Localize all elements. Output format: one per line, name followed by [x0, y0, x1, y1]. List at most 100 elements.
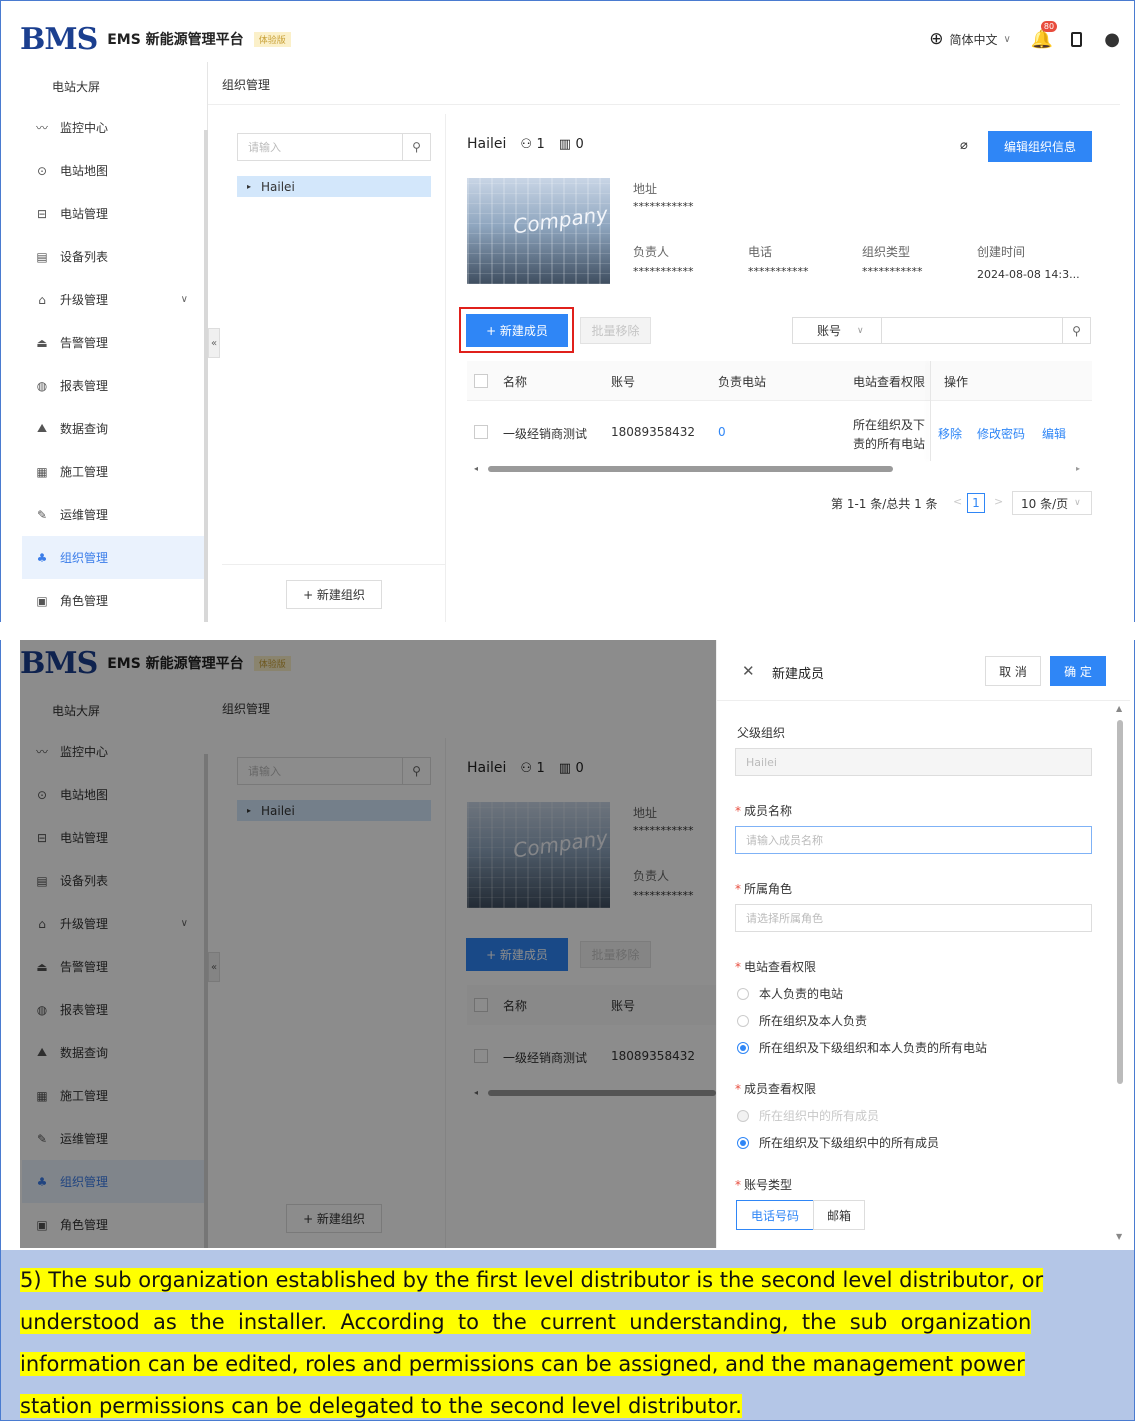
trial-badge: 体验版: [253, 31, 291, 47]
sidebar-item-label: 角色管理: [60, 594, 109, 608]
radio-label: 所在组织及下级组织和本人负责的所有电站: [759, 1041, 988, 1055]
sidebar-item-devices[interactable]: ▤ 设备列表: [22, 235, 204, 278]
address-label: 地址: [633, 182, 658, 196]
sidebar-item-dashboard[interactable]: 电站大屏: [22, 66, 204, 106]
eye-slash-icon[interactable]: ⌀: [960, 138, 968, 153]
chevron-down-icon[interactable]: ∨: [181, 294, 188, 305]
modal-overlay[interactable]: [20, 640, 716, 1248]
alarm-icon: ⏏: [36, 335, 48, 350]
bell-icon[interactable]: 🔔 80: [1031, 20, 1058, 50]
sidebar-item-label: 电站大屏: [52, 79, 101, 94]
mobile-icon[interactable]: [1071, 31, 1083, 47]
scroll-right-icon[interactable]: ▸: [1076, 464, 1080, 473]
tree-node-label: Hailei: [261, 179, 295, 194]
member-name-input[interactable]: 请输入成员名称: [735, 826, 1092, 854]
sidebar-item-construction[interactable]: ▦ 施工管理: [22, 450, 204, 493]
organization-icon: ♣: [36, 550, 48, 565]
filter-field-select[interactable]: 账号 ∨: [793, 318, 882, 343]
search-icon[interactable]: ⚲: [1062, 318, 1090, 343]
member-permission-label: * 成员查看权限: [735, 1080, 816, 1097]
sidebar-item-maintenance[interactable]: ✎ 运维管理: [22, 493, 204, 536]
member-permission-option[interactable]: 所在组织及下级组织中的所有成员: [737, 1134, 939, 1151]
radio-checked-icon: [737, 1136, 749, 1149]
caret-right-icon[interactable]: ▸: [247, 182, 251, 191]
remove-link[interactable]: 移除: [938, 425, 962, 442]
edit-link[interactable]: 编辑: [1042, 425, 1066, 442]
chevron-down-icon: ∨: [857, 325, 864, 336]
cancel-button[interactable]: 取 消: [985, 656, 1041, 686]
role-placeholder: 请选择所属角色: [746, 912, 823, 925]
sidebar-item-upgrade[interactable]: ⌂ 升级管理 ∨: [22, 278, 204, 321]
language-select[interactable]: 简体中文: [950, 31, 998, 48]
user-icon[interactable]: ●: [1104, 29, 1120, 50]
prev-page-icon[interactable]: <: [953, 495, 962, 508]
scroll-left-icon[interactable]: ◂: [474, 464, 478, 473]
row-checkbox[interactable]: [474, 425, 488, 439]
page-number[interactable]: 1: [967, 493, 985, 513]
required-mark: *: [735, 804, 741, 818]
org-type-value: ***********: [862, 265, 923, 278]
sidebar-item-map[interactable]: ⊙ 电站地图: [22, 149, 204, 192]
station-permission-option[interactable]: 所在组织及本人负责: [737, 1012, 867, 1029]
device-list-icon: ▤: [36, 249, 48, 264]
new-org-button[interactable]: + 新建组织: [286, 580, 382, 609]
member-search-input[interactable]: [883, 318, 1061, 343]
chevron-down-icon: ∨: [1074, 498, 1081, 508]
confirm-button[interactable]: 确 定: [1050, 656, 1106, 686]
collapse-sidebar-button[interactable]: «: [208, 328, 220, 358]
account-type-phone[interactable]: 电话号码: [736, 1200, 814, 1230]
close-icon[interactable]: ✕: [742, 662, 755, 680]
member-permission-option[interactable]: 所在组织中的所有成员: [737, 1107, 879, 1124]
sidebar-item-alarms[interactable]: ⏏ 告警管理: [22, 321, 204, 364]
member-stations[interactable]: 0: [718, 425, 726, 439]
drawer-scrollbar[interactable]: [1117, 720, 1123, 1084]
bulk-remove-button[interactable]: 批量移除: [580, 317, 651, 344]
parent-org-label-text: 父级组织: [737, 726, 786, 740]
page-size-select[interactable]: 10 条/页 ∨: [1012, 491, 1092, 515]
select-all-checkbox[interactable]: [474, 374, 488, 388]
org-search-input[interactable]: 请输入 ⚲: [237, 133, 431, 161]
app-logo: BMS: [20, 21, 98, 57]
search-icon[interactable]: ⚲: [402, 134, 430, 160]
sidebar-item-monitor[interactable]: 〰监控中心: [22, 106, 204, 149]
scroll-down-icon[interactable]: ▼: [1116, 1232, 1122, 1241]
sidebar-item-reports[interactable]: ◍ 报表管理: [22, 364, 204, 407]
sidebar-item-roles[interactable]: ▣ 角色管理: [22, 579, 204, 622]
member-permission-label-text: 成员查看权限: [744, 1082, 817, 1096]
sidebar-item-label: 监控中心: [60, 121, 109, 135]
station-icon: ▥: [558, 137, 572, 152]
account-type-email[interactable]: 邮箱: [813, 1200, 865, 1230]
sidebar-item-label: 报表管理: [60, 379, 109, 393]
chart-icon: 〰: [35, 121, 48, 135]
construction-icon: ▦: [36, 464, 48, 479]
sidebar-item-organization[interactable]: ♣ 组织管理: [22, 536, 204, 579]
required-mark: *: [735, 882, 741, 896]
sidebar-item-label: 运维管理: [60, 508, 109, 522]
radio-icon: [737, 1014, 749, 1027]
app-subtitle: EMS 新能源管理平台: [107, 32, 244, 48]
filter-field-label: 账号: [817, 324, 842, 338]
breadcrumb: 组织管理: [222, 78, 271, 92]
caption-line: understood as the installer. According t…: [20, 1302, 1032, 1343]
role-select[interactable]: 请选择所属角色: [735, 904, 1092, 932]
member-permission-line1: 所在组织及下: [853, 418, 926, 432]
caption-text: understood as the installer. According t…: [20, 1310, 1032, 1334]
station-permission-option[interactable]: 所在组织及下级组织和本人负责的所有电站: [737, 1039, 987, 1056]
next-page-icon[interactable]: >: [994, 495, 1003, 508]
required-mark: *: [735, 1082, 741, 1096]
sidebar-item-stations[interactable]: ⊟ 电站管理: [22, 192, 204, 235]
org-tree-node[interactable]: ▸ Hailei: [237, 176, 431, 197]
change-password-link[interactable]: 修改密码: [977, 425, 1025, 442]
edit-org-button[interactable]: 编辑组织信息: [988, 131, 1092, 162]
member-name: 一级经销商测试: [503, 427, 588, 441]
horizontal-scrollbar[interactable]: [488, 466, 893, 472]
globe-icon[interactable]: ⊕: [929, 29, 943, 49]
station-permission-option[interactable]: 本人负责的电站: [737, 985, 843, 1002]
chevron-down-icon[interactable]: ∨: [1004, 34, 1011, 45]
caption-text: 5) The sub organization established by t…: [20, 1268, 1044, 1292]
content-divider: [208, 104, 1120, 105]
member-account: 18089358432: [611, 425, 695, 439]
radio-checked-icon: [737, 1041, 749, 1054]
sidebar-item-query[interactable]: ⛰ 数据查询: [22, 407, 204, 450]
scroll-up-icon[interactable]: ▲: [1116, 704, 1122, 713]
